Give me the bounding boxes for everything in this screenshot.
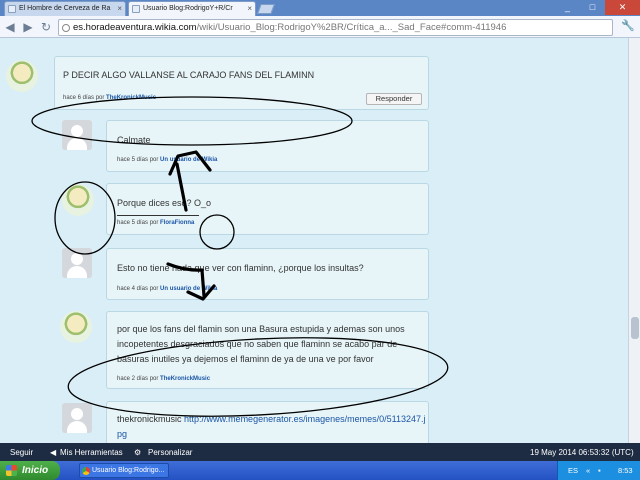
wrench-menu-icon[interactable]: 🔧 xyxy=(620,19,636,35)
link-line-1[interactable]: http://www.memegenerator.es/imagenes/mem… xyxy=(184,414,425,424)
comment-text: Esto no tiene nada que ver con flaminn, … xyxy=(117,263,364,273)
comment-text-prefix: thekronickmusic xyxy=(117,414,182,424)
my-tools-menu[interactable]: Mis Herramientas xyxy=(60,448,123,457)
comment-meta: hace 6 días por TheKronickMusic xyxy=(63,95,156,101)
comment-author-link[interactable]: TheKronickMusic xyxy=(160,376,210,382)
clock[interactable]: 8:53 xyxy=(618,466,633,475)
tab-user-blog[interactable]: Usuario Blog:RodrigoY+R/Cr × xyxy=(128,1,256,16)
url-path: /wiki/Usuario_Blog:RodrigoY%2BR/Crítica_… xyxy=(196,22,507,33)
server-timestamp: 19 May 2014 06:53:32 (UTC) xyxy=(530,448,634,457)
comment-text: thekronickmusic http://www.memegenerator… xyxy=(117,412,427,442)
page-content: P DECIR ALGO VALLANSE AL CARAJO FANS DEL… xyxy=(0,38,628,443)
comment-5: por que los fans del flamin son una Basu… xyxy=(106,311,429,389)
page-info-icon[interactable] xyxy=(62,24,70,32)
windows-taskbar: Inicio Usuario Blog:Rodrigo... ES « ▪ 8:… xyxy=(0,461,640,480)
comment-time: hace 6 días por xyxy=(63,95,105,101)
favicon-icon xyxy=(8,5,16,13)
comment-text: Calmate xyxy=(117,135,151,145)
my-tools-icon: ◀ xyxy=(50,448,57,457)
comment-meta: hace 2 días por TheKronickMusic xyxy=(117,376,210,382)
divider xyxy=(117,215,199,216)
comment-time: hace 4 días por xyxy=(117,286,159,292)
avatar[interactable] xyxy=(60,311,92,343)
comment-6: thekronickmusic http://www.memegenerator… xyxy=(106,401,429,443)
gear-icon: ⚙ xyxy=(134,448,142,457)
reply-button[interactable]: Responder xyxy=(366,93,422,105)
comment-author-link[interactable]: Un usuario de Wikia xyxy=(160,157,217,163)
scroll-thumb[interactable] xyxy=(631,317,639,339)
close-tab-icon[interactable]: × xyxy=(247,4,252,13)
comment-1: P DECIR ALGO VALLANSE AL CARAJO FANS DEL… xyxy=(54,56,429,110)
wikia-toolbar: Seguir ◀ Mis Herramientas ⚙ Personalizar… xyxy=(0,443,640,461)
tab-label: Usuario Blog:RodrigoY+R/Cr xyxy=(143,5,233,12)
avatar[interactable] xyxy=(6,60,38,92)
tray-arrow-icon[interactable]: « xyxy=(586,466,590,475)
forward-icon[interactable]: ▶ xyxy=(20,19,36,35)
comment-time: hace 5 días por xyxy=(117,220,159,226)
comment-time: hace 5 días por xyxy=(117,157,159,163)
customize-button[interactable]: Personalizar xyxy=(148,448,192,457)
reload-icon[interactable]: ↻ xyxy=(38,19,54,35)
comment-author-link[interactable]: TheKronickMusic xyxy=(106,95,156,101)
browser-toolbar: ◀ ▶ ↻ es.horadeaventura.wikia.com/wiki/U… xyxy=(0,16,640,38)
windows-logo-icon xyxy=(6,465,17,476)
comment-3: Porque dices eso? O_o hace 5 días por Fl… xyxy=(106,183,429,235)
new-tab-button[interactable] xyxy=(257,4,275,14)
comment-text: P DECIR ALGO VALLANSE AL CARAJO FANS DEL… xyxy=(63,70,315,80)
comment-meta: hace 4 días por Un usuario de Wikia xyxy=(117,286,217,292)
browser-tab-strip: El Hombre de Cerveza de Ra × Usuario Blo… xyxy=(0,0,640,16)
avatar xyxy=(62,403,92,433)
language-indicator[interactable]: ES xyxy=(568,466,578,475)
address-bar[interactable]: es.horadeaventura.wikia.com/wiki/Usuario… xyxy=(58,19,613,36)
url-host: es.horadeaventura.wikia.com xyxy=(73,22,197,33)
comment-text: por que los fans del flamin son una Basu… xyxy=(117,324,405,364)
maximize-icon[interactable]: □ xyxy=(580,0,605,15)
scrollbar[interactable] xyxy=(628,38,640,443)
comment-time: hace 2 días por xyxy=(117,376,159,382)
avatar[interactable] xyxy=(62,184,94,216)
taskbar-item-chrome[interactable]: Usuario Blog:Rodrigo... xyxy=(79,463,169,478)
favicon-icon xyxy=(132,5,140,13)
network-icon[interactable]: ▪ xyxy=(598,466,601,475)
tab-label: El Hombre de Cerveza de Ra xyxy=(19,5,111,12)
comment-author-link[interactable]: Un usuario de Wikia xyxy=(160,286,217,292)
close-window-icon[interactable]: ✕ xyxy=(605,0,640,15)
minimize-icon[interactable]: _ xyxy=(555,0,580,15)
avatar xyxy=(62,248,92,278)
comment-author-link[interactable]: FloraFionna xyxy=(160,220,194,226)
close-tab-icon[interactable]: × xyxy=(117,4,122,13)
tab-beer-man[interactable]: El Hombre de Cerveza de Ra × xyxy=(4,1,126,16)
taskbar-item-label: Usuario Blog:Rodrigo... xyxy=(92,467,165,474)
system-tray: ES « ▪ 8:53 xyxy=(557,461,640,480)
link-line-2[interactable]: pg xyxy=(117,429,127,439)
start-label: Inicio xyxy=(22,465,49,476)
back-icon[interactable]: ◀ xyxy=(2,19,18,35)
follow-button[interactable]: Seguir xyxy=(10,448,33,457)
comment-meta: hace 5 días por Un usuario de Wikia xyxy=(117,157,217,163)
avatar xyxy=(62,120,92,150)
start-button[interactable]: Inicio xyxy=(0,461,60,480)
comment-text: Porque dices eso? O_o xyxy=(117,198,212,208)
comment-meta: hace 5 días por FloraFionna xyxy=(117,220,194,226)
comment-2: Calmate hace 5 días por Un usuario de Wi… xyxy=(106,120,429,172)
comment-4: Esto no tiene nada que ver con flaminn, … xyxy=(106,248,429,300)
